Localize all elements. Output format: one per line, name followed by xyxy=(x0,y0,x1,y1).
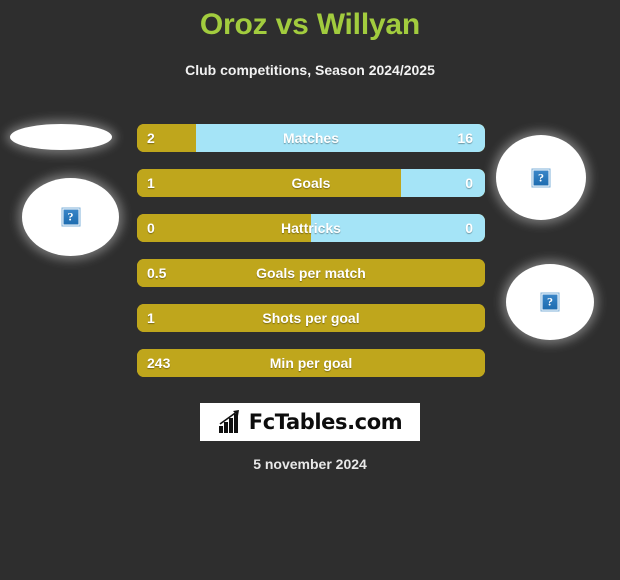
stat-value-away: 0 xyxy=(465,175,473,191)
player-right-flag-placeholder: ? xyxy=(496,135,586,220)
table-row: 0 Hattricks 0 xyxy=(137,214,485,242)
broken-image-icon: ? xyxy=(540,292,560,312)
broken-image-icon: ? xyxy=(61,207,80,227)
page-title: Oroz vs Willyan xyxy=(199,8,421,41)
stat-label: Goals xyxy=(291,175,331,191)
table-row: 0.5 Goals per match xyxy=(137,259,485,287)
page-subtitle: Club competitions, Season 2024/2025 xyxy=(185,62,435,78)
stat-label: Min per goal xyxy=(269,355,353,371)
table-row: 2 Matches 16 xyxy=(137,124,485,152)
player-left-photo-placeholder: ? xyxy=(22,178,119,256)
stat-label: Shots per goal xyxy=(262,310,360,326)
stat-label: Hattricks xyxy=(281,220,341,236)
stat-value-away: 0 xyxy=(465,220,473,236)
logo-text: FcTables.com xyxy=(248,410,403,434)
broken-image-icon: ? xyxy=(531,168,551,187)
stat-bars-container: 2 Matches 16 1 Goals 0 0 Hattricks 0 0.5… xyxy=(137,124,485,394)
stat-value-away: 16 xyxy=(457,130,473,146)
player-right-photo-placeholder: ? xyxy=(506,264,594,340)
player-left-flag-placeholder xyxy=(10,124,112,150)
chart-date: 5 november 2024 xyxy=(253,456,367,472)
table-row: 243 Min per goal xyxy=(137,349,485,377)
table-row: 1 Goals 0 xyxy=(137,169,485,197)
stats-comparison-page: Oroz vs Willyan Club competitions, Seaso… xyxy=(0,0,620,580)
fctables-logo[interactable]: FcTables.com xyxy=(200,403,420,441)
stat-label: Matches xyxy=(282,130,340,146)
bar-chart-growth-icon xyxy=(218,410,239,433)
table-row: 1 Shots per goal xyxy=(137,304,485,332)
stat-label: Goals per match xyxy=(256,265,366,281)
